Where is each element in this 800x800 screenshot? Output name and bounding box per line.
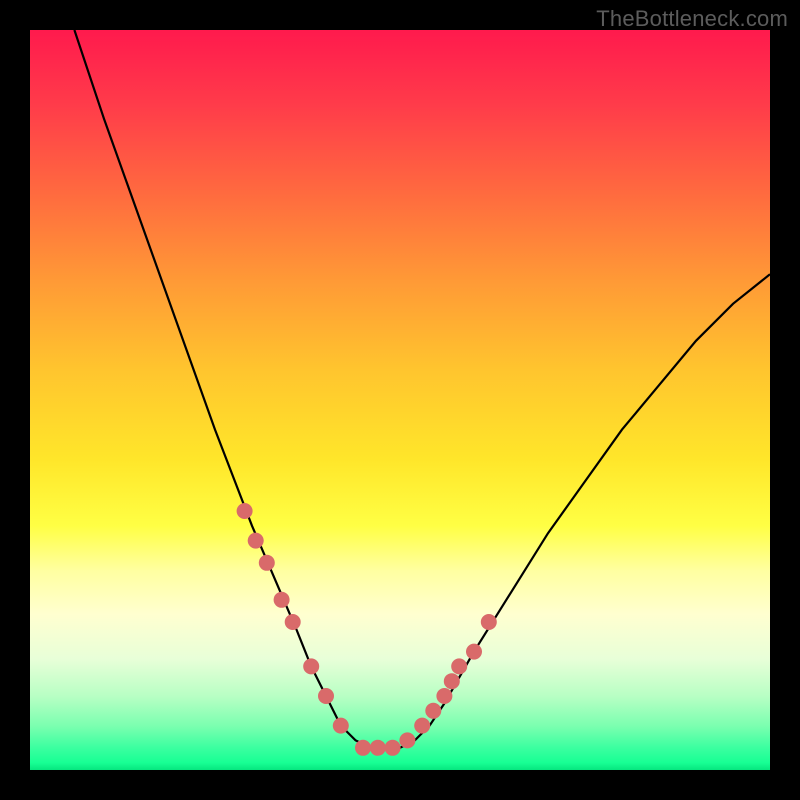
marker-dot [274, 592, 290, 608]
bottleneck-curve [74, 30, 770, 748]
marker-dot [425, 703, 441, 719]
marker-dot [333, 718, 349, 734]
marker-dot [385, 740, 401, 756]
marker-dot [248, 533, 264, 549]
marker-dot [259, 555, 275, 571]
marker-dot [436, 688, 452, 704]
curve-svg [30, 30, 770, 770]
marker-dot [237, 503, 253, 519]
marker-dot [355, 740, 371, 756]
marker-dot [444, 673, 460, 689]
marker-dot [451, 658, 467, 674]
chart-frame: TheBottleneck.com [0, 0, 800, 800]
marker-dot [399, 732, 415, 748]
marker-dot [370, 740, 386, 756]
highlighted-points [237, 503, 497, 756]
marker-dot [481, 614, 497, 630]
marker-dot [318, 688, 334, 704]
marker-dot [285, 614, 301, 630]
plot-area [30, 30, 770, 770]
marker-dot [466, 644, 482, 660]
marker-dot [303, 658, 319, 674]
watermark-text: TheBottleneck.com [596, 6, 788, 32]
marker-dot [414, 718, 430, 734]
